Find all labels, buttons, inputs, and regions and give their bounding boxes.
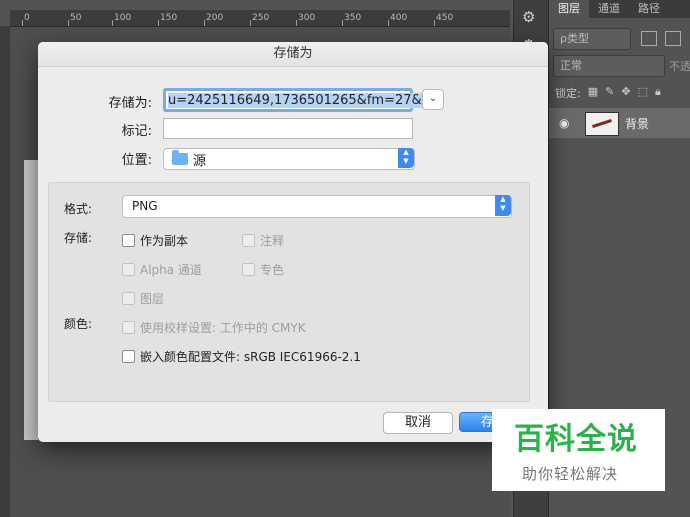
select-stepper-icon: ▲ ▼ xyxy=(398,148,414,168)
blend-mode-select[interactable]: 正常 xyxy=(553,55,665,77)
format-select[interactable]: PNG ▲ ▼ xyxy=(122,195,512,218)
layer-name: 背景 xyxy=(625,117,650,131)
options-panel: 格式: PNG ▲ ▼ 存储: 作为副本 注释 Alpha 通道 专色 图层 颜色… xyxy=(48,182,530,402)
checkbox-box xyxy=(242,263,255,276)
lock-all-icon[interactable]: 🔒︎ xyxy=(655,85,661,101)
folder-icon xyxy=(172,150,188,165)
save-as-label: 存储为: xyxy=(108,96,152,111)
watermark-subtitle: 助你轻松解决 xyxy=(522,465,619,483)
checkbox-box xyxy=(122,350,135,363)
lock-label: 锁定: xyxy=(555,87,581,100)
tab-paths[interactable]: 路径 xyxy=(629,0,669,18)
format-value: PNG xyxy=(132,199,158,213)
ruler-tick: 300 xyxy=(298,13,316,23)
dialog-title: 存储为 xyxy=(38,42,548,67)
ruler-tick: 400 xyxy=(390,13,408,23)
ruler-tick: 200 xyxy=(206,13,224,23)
tab-layers[interactable]: 图层 xyxy=(549,0,589,18)
layer-thumbnail xyxy=(585,112,619,136)
vertical-ruler xyxy=(0,26,10,517)
notes-label: 注释 xyxy=(260,234,285,248)
ruler-tick: 100 xyxy=(114,13,132,23)
spot-colors-checkbox[interactable]: 专色 xyxy=(242,261,284,278)
checkbox-box xyxy=(122,292,135,305)
checkbox-box xyxy=(122,321,135,334)
layers-label: 图层 xyxy=(140,292,165,306)
embed-icc-checkbox[interactable]: 嵌入颜色配置文件: sRGB IEC61966-2.1 xyxy=(122,348,361,365)
cancel-button[interactable]: 取消 xyxy=(383,412,453,434)
spot-colors-label: 专色 xyxy=(260,263,285,277)
ruler-tick: 450 xyxy=(436,13,454,23)
checkbox-box xyxy=(122,263,135,276)
watermark-title: 百科全说 xyxy=(514,422,638,457)
blend-mode-label: 正常 xyxy=(560,59,582,72)
adjustment-filter-icon[interactable] xyxy=(665,31,681,46)
checkbox-box xyxy=(122,234,135,247)
tags-input[interactable] xyxy=(163,118,413,139)
ruler-tick: 250 xyxy=(252,13,270,23)
expand-chevron-button[interactable]: ⌄ xyxy=(422,89,444,110)
opacity-label: 不透 xyxy=(669,60,690,73)
horizontal-ruler: 0 50 100 150 200 250 300 350 400 450 xyxy=(10,10,510,27)
filename-input[interactable]: u=2425116649,1736501265&fm=27&gp xyxy=(163,88,439,112)
layers-checkbox[interactable]: 图层 xyxy=(122,290,164,307)
proof-setup-label: 使用校样设置: 工作中的 CMYK xyxy=(140,321,306,335)
ruler-tick: 350 xyxy=(344,13,362,23)
kind-filter-label: ρ类型 xyxy=(560,32,589,45)
checkbox-box xyxy=(242,234,255,247)
location-select[interactable]: 源 ▲ ▼ xyxy=(163,148,415,170)
lock-brush-icon[interactable]: ✎ xyxy=(605,85,614,101)
lock-transparent-icon[interactable]: ▦ xyxy=(588,85,598,101)
panel-tabs: 图层 通道 路径 xyxy=(549,0,690,18)
select-stepper-icon: ▲ ▼ xyxy=(495,195,511,216)
watermark-logo: 百科全说 助你轻松解决 xyxy=(492,409,665,491)
layer-kind-filter[interactable]: ρ类型 xyxy=(553,28,631,50)
lock-artboard-icon[interactable]: ⬚ xyxy=(638,85,648,101)
ruler-tick: 0 xyxy=(24,13,30,23)
eye-icon[interactable]: ◉ xyxy=(559,116,569,130)
format-label: 格式: xyxy=(64,202,93,216)
as-copy-checkbox[interactable]: 作为副本 xyxy=(122,232,188,249)
alpha-channels-label: Alpha 通道 xyxy=(140,263,202,277)
save-options-label: 存储: xyxy=(64,231,93,245)
save-as-dialog: 存储为 存储为: u=2425116649,1736501265&fm=27&g… xyxy=(38,42,548,442)
layer-row[interactable]: ◉ 背景 xyxy=(549,108,690,138)
where-label: 位置: xyxy=(121,153,152,168)
filename-value: u=2425116649,1736501265&fm=27&gp xyxy=(168,93,439,108)
lock-move-icon[interactable]: ✥ xyxy=(621,85,630,101)
as-copy-label: 作为副本 xyxy=(140,234,189,248)
embed-icc-label: 嵌入颜色配置文件: sRGB IEC61966-2.1 xyxy=(140,350,361,364)
lock-row: 锁定: ▦ ✎ ✥ ⬚ 🔒︎ xyxy=(555,85,661,101)
tags-label: 标记: xyxy=(121,124,152,139)
color-label: 颜色: xyxy=(64,317,93,331)
alpha-channels-checkbox[interactable]: Alpha 通道 xyxy=(122,261,202,278)
image-filter-icon[interactable] xyxy=(641,31,657,46)
tab-channels[interactable]: 通道 xyxy=(589,0,629,18)
puzzle-icon[interactable]: ⚙ xyxy=(522,8,535,26)
ruler-tick: 150 xyxy=(160,13,178,23)
notes-checkbox[interactable]: 注释 xyxy=(242,232,284,249)
ruler-tick: 50 xyxy=(70,13,82,23)
location-value: 源 xyxy=(193,154,207,169)
document-canvas[interactable] xyxy=(24,160,38,440)
proof-setup-checkbox[interactable]: 使用校样设置: 工作中的 CMYK xyxy=(122,319,306,336)
